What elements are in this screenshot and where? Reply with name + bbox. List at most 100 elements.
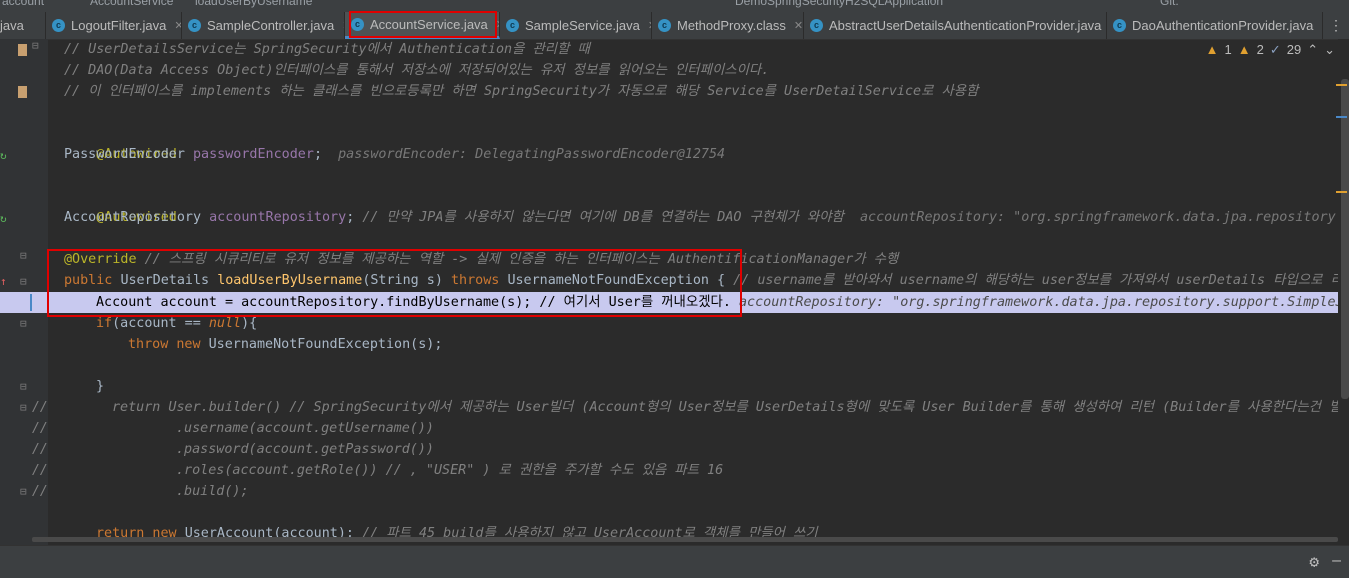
run-config-select[interactable]: DemoSpringSecurityH2SQLApplication <box>735 0 943 8</box>
field-name: passwordEncoder <box>193 147 314 162</box>
more-tabs-icon[interactable]: ⋮ <box>1329 12 1343 39</box>
code-line: // UserDetailsService는 SpringSecurity에서 … <box>64 42 590 57</box>
code-line: throw new UsernameNotFoundException(s); <box>128 334 442 355</box>
warning-stripe[interactable] <box>1336 84 1347 86</box>
breadcrumb-method[interactable]: loadUserByUsername <box>195 0 312 8</box>
scrollbar-thumb[interactable] <box>1341 79 1349 399</box>
tab-logoutfilter[interactable]: c LogoutFilter.java ✕ <box>46 12 182 39</box>
inline-comment: // username를 받아와서 username의 해당하는 user정보를… <box>733 273 1338 288</box>
keyword: if <box>96 316 113 331</box>
close-icon[interactable]: ✕ <box>794 19 803 32</box>
tab-label: java <box>0 18 24 33</box>
gutter-comment-marker: // <box>32 421 48 436</box>
vertical-scrollbar[interactable] <box>1336 39 1349 545</box>
warning-icon: ▲ <box>1205 42 1219 57</box>
tab-samplecontroller[interactable]: c SampleController.java ✕ <box>182 12 345 39</box>
punctuation: ){ <box>241 316 258 331</box>
code-line: @Autowired <box>64 123 177 162</box>
class-icon: c <box>1113 19 1126 32</box>
gutter-comment-marker: // <box>32 463 48 478</box>
tab-methodproxy[interactable]: c MethodProxy.class ✕ <box>652 12 804 39</box>
code-line: .build(); <box>176 484 249 499</box>
code-line: @Autowired <box>64 186 177 225</box>
weak-warning-icon: ▲ <box>1237 42 1251 57</box>
code-line: .roles(account.getRole()) // , "USER" ) … <box>176 460 723 481</box>
type-name: AccountRepository <box>64 210 202 225</box>
bottom-tool-bar: ⚙ – <box>0 545 1349 578</box>
minimize-icon[interactable]: – <box>1332 552 1341 570</box>
tab-label: MethodProxy.class <box>677 18 786 33</box>
close-icon[interactable]: ✕ <box>1321 19 1322 32</box>
type-name: PasswordEncoder <box>64 147 185 162</box>
code-line: return User.builder() // SpringSecurity에… <box>112 400 1338 415</box>
gutter-comment-marker: // <box>32 400 48 415</box>
fold-icon[interactable]: ⊟ <box>32 39 39 52</box>
tab-daoauthentication[interactable]: c DaoAuthenticationProvider.java ✕ <box>1107 12 1323 39</box>
bookmark-icon[interactable] <box>18 44 27 56</box>
warning-count: 2 <box>1256 42 1264 57</box>
close-icon[interactable]: ✕ <box>174 19 181 32</box>
tab-label: SampleService.java <box>525 18 640 33</box>
fold-icon[interactable]: ⊟ <box>20 380 27 393</box>
code-highlight-box <box>47 249 742 317</box>
code-line: } <box>96 379 105 394</box>
inspection-widget[interactable]: ▲ 1 ▲ 2 ✓ 29 ⌃ ⌄ <box>1205 42 1335 58</box>
debug-value-hint: accountRepository: "org.springframework.… <box>859 210 1336 225</box>
breadcrumb-class[interactable]: AccountService <box>90 0 173 8</box>
class-icon: c <box>506 19 519 32</box>
comment-part: ) 로 권한을 주가할 수도 있음 파트 16 <box>482 463 724 478</box>
code-line: // 이 인터페이스를 implements 하는 클래스를 빈으로등록만 하면… <box>64 84 979 99</box>
fold-icon[interactable]: ⊟ <box>20 275 27 288</box>
navigation-bar: account AccountService loadUserByUsernam… <box>0 0 1349 12</box>
bookmark-icon[interactable] <box>18 86 27 98</box>
class-icon: c <box>810 19 823 32</box>
tab-highlight-box <box>349 11 497 38</box>
tab-label: LogoutFilter.java <box>71 18 167 33</box>
debug-value-hint: accountRepository: "org.springframework.… <box>738 295 1338 310</box>
class-icon: c <box>188 19 201 32</box>
inline-comment: // 만약 JPA를 사용하지 않는다면 여기에 DB를 연결하는 DAO 구현… <box>362 210 844 225</box>
comment-part: "USER" <box>425 463 475 478</box>
statement: UsernameNotFoundException(s); <box>208 337 443 352</box>
chevron-up-icon[interactable]: ⌃ <box>1307 42 1318 58</box>
warning-count: 1 <box>1224 42 1232 57</box>
info-stripe[interactable] <box>1336 116 1347 118</box>
current-line-gutter <box>0 292 48 313</box>
gutter-comment-marker: // <box>32 442 48 457</box>
code-line: AccountRepository accountRepository; // … <box>64 210 1336 225</box>
fold-icon[interactable]: ⊟ <box>20 401 27 414</box>
chevron-down-icon[interactable]: ⌄ <box>1324 42 1335 58</box>
horizontal-scrollbar[interactable] <box>32 537 1338 542</box>
keyword: throw new <box>128 337 201 352</box>
tab-sampleservice[interactable]: c SampleService.java ✕ <box>500 12 652 39</box>
keyword: null <box>208 316 242 331</box>
git-label: Git: <box>1160 0 1179 8</box>
field-name: accountRepository <box>209 210 347 225</box>
typo-icon: ✓ <box>1269 42 1281 57</box>
debug-value-hint: passwordEncoder: DelegatingPasswordEncod… <box>338 147 726 162</box>
warning-stripe[interactable] <box>1336 191 1347 193</box>
gear-icon[interactable]: ⚙ <box>1309 552 1319 571</box>
editor-tab-bar: java c LogoutFilter.java ✕ c SampleContr… <box>0 12 1349 40</box>
fold-icon[interactable]: ⊟ <box>20 249 27 262</box>
tab-label: AbstractUserDetailsAuthenticationProvide… <box>829 18 1102 33</box>
gutter-comment-marker: // <box>32 484 48 499</box>
code-line: // DAO(Data Access Object)인터페이스를 통해서 저장소… <box>64 63 770 78</box>
comment-part: .roles(account.getRole()) // , <box>176 463 426 478</box>
tab-java[interactable]: java <box>0 12 46 39</box>
tab-label: DaoAuthenticationProvider.java <box>1132 18 1314 33</box>
override-icon[interactable]: ↑ <box>0 275 7 288</box>
class-file-icon: c <box>658 19 671 32</box>
class-icon: c <box>52 19 65 32</box>
fold-icon[interactable]: ⊟ <box>20 317 27 330</box>
caret-marker <box>30 294 32 311</box>
expression: (account == <box>112 316 209 331</box>
code-line: .password(account.getPassword()) <box>176 442 434 457</box>
implementation-icon[interactable]: ↻ <box>0 149 7 162</box>
code-line: PasswordEncoder passwordEncoder; passwor… <box>64 147 726 162</box>
breadcrumb-project[interactable]: account <box>2 0 44 8</box>
implementation-icon[interactable]: ↻ <box>0 212 7 225</box>
tab-label: SampleController.java <box>207 18 335 33</box>
fold-icon[interactable]: ⊟ <box>20 485 27 498</box>
tab-abstractuserdetails[interactable]: c AbstractUserDetailsAuthenticationProvi… <box>804 12 1107 39</box>
